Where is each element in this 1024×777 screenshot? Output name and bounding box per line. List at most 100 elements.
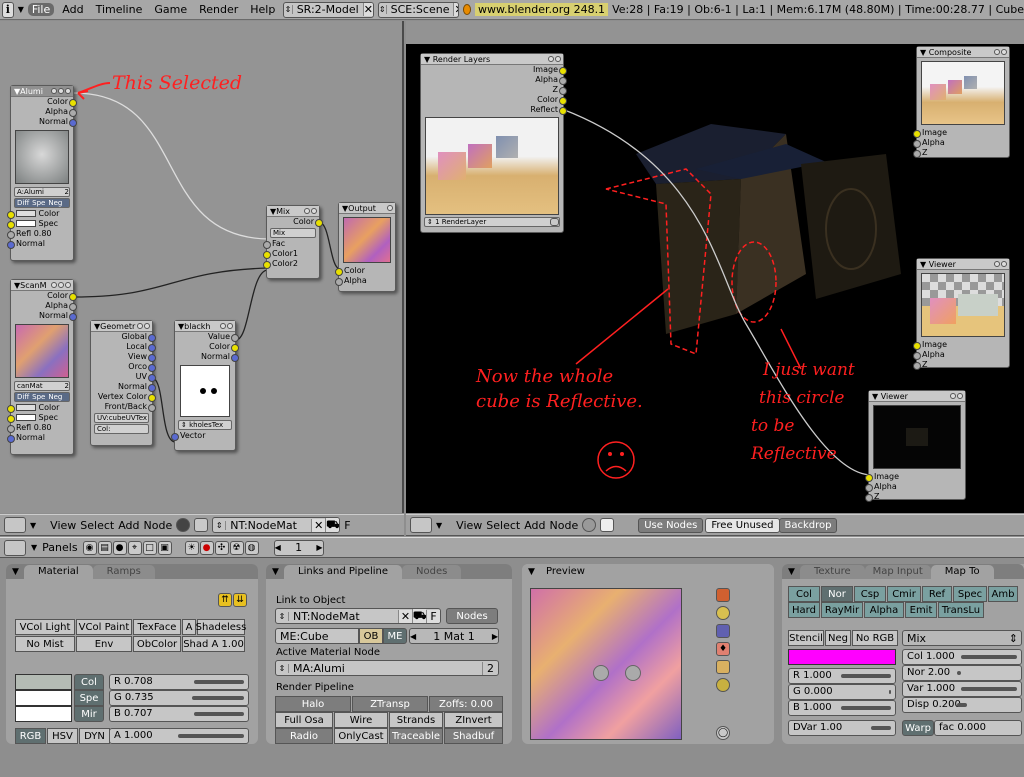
socket-out[interactable]: Z bbox=[421, 85, 567, 95]
node-geometry[interactable]: ▼Geometr Global Local View Orco UV Norma… bbox=[90, 320, 156, 446]
ob-toggle[interactable]: OB bbox=[359, 628, 383, 644]
scene-icon[interactable]: ▣ bbox=[157, 540, 172, 555]
stencil-toggle[interactable]: Stencil bbox=[788, 630, 824, 646]
socket-out[interactable]: Global bbox=[91, 332, 156, 342]
right-arrow-icon[interactable]: ▶ bbox=[492, 632, 498, 641]
map-hard-toggle[interactable]: Hard bbox=[788, 602, 820, 618]
tab-material[interactable]: Material bbox=[24, 565, 93, 579]
socket-out[interactable]: Normal bbox=[11, 311, 77, 321]
chevron-down-icon[interactable]: ▼ bbox=[436, 521, 442, 530]
zoffs-field[interactable]: Zoffs: 0.00 bbox=[429, 696, 503, 712]
object-icon[interactable]: ⌖ bbox=[127, 540, 142, 555]
node-render-layers[interactable]: ▼ Render Layers Image Alpha Z Color Refl… bbox=[420, 53, 567, 233]
slider-g[interactable]: G 0.000 bbox=[788, 684, 896, 700]
slider-b[interactable]: B 1.000 bbox=[788, 700, 896, 716]
lamp-icon[interactable]: ☀ bbox=[184, 540, 199, 555]
menu-select[interactable]: Select bbox=[80, 519, 114, 532]
map-translu-toggle[interactable]: TransLu bbox=[938, 602, 984, 618]
active-material-field[interactable]: ⇕ MA:Alumi 2 bbox=[275, 660, 499, 676]
editor-type-icon[interactable] bbox=[410, 517, 432, 533]
socket-out[interactable]: Local bbox=[91, 342, 156, 352]
chevron-down-icon[interactable]: ▼ bbox=[31, 543, 37, 552]
tab-nodes[interactable]: Nodes bbox=[402, 565, 462, 579]
material-flags[interactable]: Diff Spe Neg bbox=[14, 198, 70, 208]
use-nodes-toggle[interactable]: Use Nodes bbox=[638, 517, 704, 533]
node-header[interactable]: ▼ Viewer bbox=[917, 259, 1009, 270]
node-header[interactable]: ▼ Viewer bbox=[869, 391, 965, 402]
socket-in-vector[interactable]: Vector bbox=[171, 431, 235, 441]
slider-disp[interactable]: Disp 0.200 bbox=[902, 697, 1022, 713]
tab-map-input[interactable]: Map Input bbox=[864, 565, 931, 579]
shadeless-toggle[interactable]: Shadeless bbox=[196, 619, 246, 635]
slider-alpha[interactable]: A 1.000 bbox=[109, 728, 249, 744]
ztransp-toggle[interactable]: ZTransp bbox=[352, 696, 428, 712]
material-field[interactable]: A:Alumi 2 bbox=[14, 187, 70, 197]
sphere-large-icon[interactable] bbox=[716, 678, 730, 692]
socket-out[interactable]: UV bbox=[91, 372, 156, 382]
node-header[interactable]: ▼Alumi bbox=[11, 86, 73, 97]
wire-toggle[interactable]: Wire bbox=[334, 712, 388, 728]
plane-icon[interactable] bbox=[716, 588, 730, 602]
neg-toggle[interactable]: Neg bbox=[825, 630, 851, 646]
dyn-toggle[interactable]: DYN bbox=[79, 728, 110, 744]
material-icon[interactable]: ● bbox=[199, 540, 214, 555]
texture-icon[interactable]: ✣ bbox=[214, 540, 229, 555]
monkey-icon[interactable]: ♦ bbox=[716, 642, 730, 656]
composite-type-icon[interactable] bbox=[194, 518, 209, 532]
copy-icon[interactable]: ⇈ bbox=[218, 593, 232, 607]
mix-mode-select[interactable]: Mix bbox=[270, 228, 316, 238]
menu-help[interactable]: Help bbox=[246, 3, 279, 16]
hsv-toggle[interactable]: HSV bbox=[47, 728, 78, 744]
node-header[interactable]: ▼Mix bbox=[267, 206, 319, 217]
socket-out[interactable]: Orco bbox=[91, 362, 156, 372]
material-node-editor[interactable]: This Selected ▼Alumi Color Alpha Normal … bbox=[0, 21, 404, 513]
composite-type-icon[interactable] bbox=[600, 518, 615, 532]
onlycast-toggle[interactable]: OnlyCast bbox=[334, 728, 388, 744]
menu-select[interactable]: Select bbox=[486, 519, 520, 532]
map-amb-toggle[interactable]: Amb bbox=[988, 586, 1018, 602]
preview-render-icon[interactable]: ◯ bbox=[716, 726, 730, 740]
socket-in-normal[interactable]: Normal bbox=[7, 433, 73, 443]
blend-mode-select[interactable]: Mix ⇕ bbox=[902, 630, 1022, 646]
env-toggle[interactable]: Env bbox=[76, 636, 132, 652]
halo-toggle[interactable]: Halo bbox=[275, 696, 351, 712]
menu-timeline[interactable]: Timeline bbox=[92, 3, 147, 16]
socket-in[interactable]: Spec bbox=[7, 413, 73, 423]
menu-add[interactable]: Add bbox=[524, 519, 545, 532]
menu-add[interactable]: Add bbox=[58, 3, 87, 16]
map-emit-toggle[interactable]: Emit bbox=[905, 602, 937, 618]
spe-button[interactable]: Spe bbox=[74, 690, 104, 706]
close-icon[interactable]: ✕ bbox=[453, 3, 458, 16]
slider-r[interactable]: R 1.000 bbox=[788, 668, 896, 684]
editor-type-icon[interactable] bbox=[4, 539, 26, 556]
menu-game[interactable]: Game bbox=[150, 3, 191, 16]
world-icon[interactable]: ◍ bbox=[244, 540, 259, 555]
frame-field[interactable]: ◀ 1 ▶ bbox=[273, 539, 324, 556]
a-toggle[interactable]: A bbox=[182, 619, 196, 635]
material-field[interactable]: canMat 2 bbox=[14, 381, 70, 391]
editor-type-icon[interactable] bbox=[4, 517, 26, 533]
obcolor-toggle[interactable]: ObColor bbox=[133, 636, 181, 652]
menu-view[interactable]: View bbox=[456, 519, 482, 532]
rgb-toggle[interactable]: RGB bbox=[15, 728, 46, 744]
car-icon[interactable]: ⛟ bbox=[325, 518, 340, 532]
edit-icon[interactable]: □ bbox=[142, 540, 157, 555]
updown-icon[interactable]: ⇕ bbox=[284, 5, 293, 14]
slider-r[interactable]: R 0.708 bbox=[109, 674, 249, 690]
socket-in-refl[interactable]: Refl 0.80 bbox=[7, 423, 73, 433]
tab-links-pipeline[interactable]: Links and Pipeline bbox=[284, 565, 402, 579]
socket-in[interactable]: Image bbox=[913, 340, 1009, 350]
shadbuf-toggle[interactable]: Shadbuf bbox=[444, 728, 503, 744]
tab-ramps[interactable]: Ramps bbox=[92, 565, 155, 579]
backdrop-toggle[interactable]: Backdrop bbox=[778, 517, 838, 533]
node-header[interactable]: ▼ Render Layers bbox=[421, 54, 563, 65]
socket-in[interactable]: Color bbox=[7, 209, 73, 219]
mesh-field[interactable]: ME:Cube bbox=[275, 628, 359, 644]
socket-out[interactable]: Color bbox=[11, 97, 77, 107]
render-layer-select[interactable]: ⇕ 1 RenderLayer bbox=[424, 217, 560, 227]
socket-in-normal[interactable]: Normal bbox=[7, 239, 73, 249]
node-header[interactable]: ▼ScanM bbox=[11, 280, 73, 291]
slider-var[interactable]: Var 1.000 bbox=[902, 681, 1022, 697]
menu-file[interactable]: File bbox=[27, 3, 55, 16]
nodes-toggle[interactable]: Nodes bbox=[446, 608, 498, 624]
